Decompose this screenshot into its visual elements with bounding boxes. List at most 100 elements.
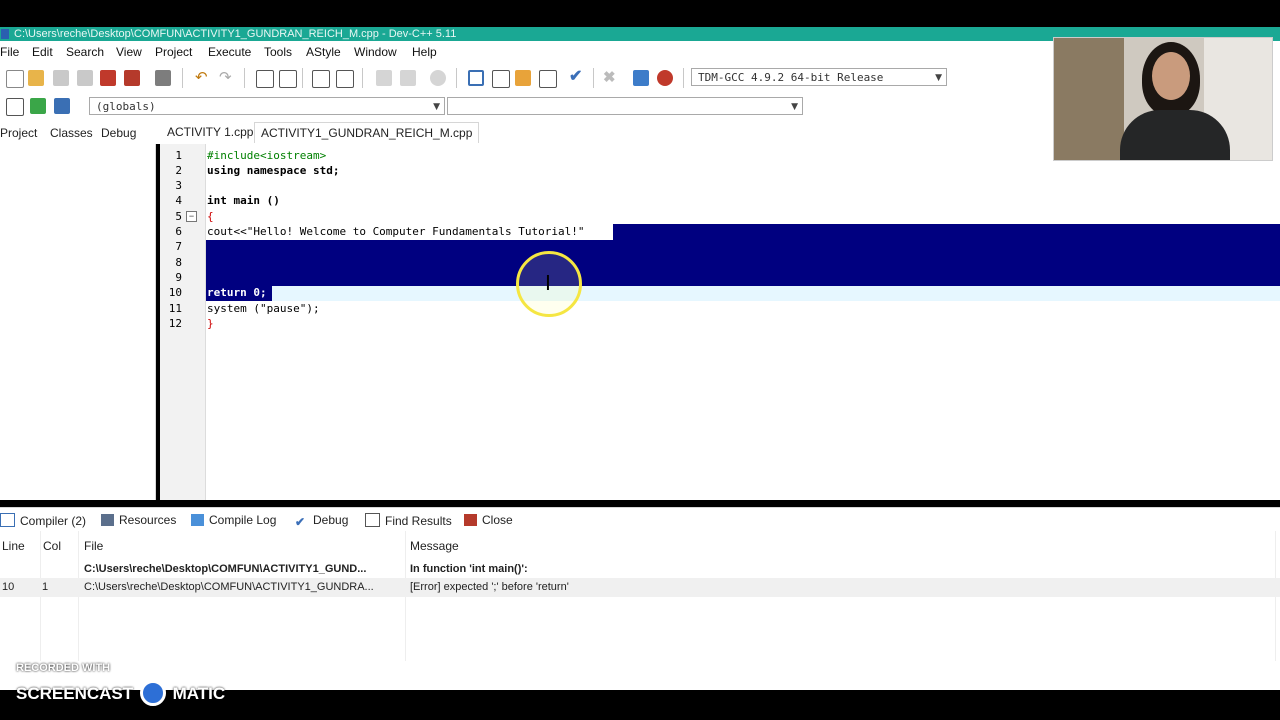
toolbar-separator [362,68,363,88]
find-results-icon [365,513,380,527]
tab-resources[interactable]: Resources [101,513,176,527]
tab-resources-label: Resources [119,513,177,527]
tab-debug[interactable]: Debug [101,126,136,140]
code-line: { [207,210,214,223]
compiler-select[interactable]: TDM-GCC 4.9.2 64-bit Release ▼ [691,68,947,86]
screencast-logo-icon [139,680,166,706]
tab-classes[interactable]: Classes [50,126,93,140]
rebuild-icon[interactable] [539,70,557,88]
menu-edit[interactable]: Edit [32,45,53,59]
undo-icon[interactable]: ↶ [195,70,211,86]
editor-tab-activity1[interactable]: ACTIVITY 1.cpp [161,122,259,142]
tab-compiler[interactable]: Compiler (2) [0,513,86,528]
screencast-logo-text-left: SCREENCAST [16,684,134,703]
close-file-icon[interactable] [100,70,116,86]
goto-line-icon[interactable] [430,70,446,86]
column-header-message[interactable]: Message [410,539,459,553]
code-editor[interactable]: 1 2 3 4 5 6 7 8 9 10 11 12 − #include<io… [160,144,1280,500]
recorded-with-label: RECORDED WITH [16,662,111,674]
find-icon[interactable] [256,70,274,88]
syntax-check-icon[interactable]: ✔ [569,69,585,85]
text-cursor-icon: I [545,271,551,295]
close-icon [464,514,477,526]
compiler-icon [0,513,15,527]
tab-close[interactable]: Close [464,513,513,527]
compile-run-icon[interactable] [515,70,531,86]
delete-profile-icon[interactable] [657,70,673,86]
globals-select-value: (globals) [96,100,156,113]
screencast-logo: SCREENCAST MATIC [16,680,225,706]
toggle-bookmark-icon[interactable] [30,98,46,114]
close-all-icon[interactable] [124,70,140,86]
compiler-messages-panel: Line Col File Message C:\Users\reche\Des… [0,531,1280,690]
message-row[interactable]: 10 1 C:\Users\reche\Desktop\COMFUN\ACTIV… [0,578,1280,597]
toolbar-separator [302,68,303,88]
window-title: C:\Users\reche\Desktop\COMFUN\ACTIVITY1_… [14,28,457,40]
indent-icon[interactable] [312,70,330,88]
line-number: 10 [168,286,182,299]
column-header-line[interactable]: Line [2,539,25,553]
line-number-gutter: 1 2 3 4 5 6 7 8 9 10 11 12 − [160,144,206,500]
presenter-shirt [1120,110,1230,160]
menu-view[interactable]: View [116,45,142,59]
message-file: C:\Users\reche\Desktop\COMFUN\ACTIVITY1_… [84,581,374,593]
selection-highlight [613,224,1280,240]
menu-search[interactable]: Search [66,45,104,59]
back-icon[interactable] [376,70,392,86]
code-line: using namespace std; [207,164,340,177]
save-all-icon[interactable] [77,70,93,86]
profile-icon[interactable] [633,70,649,86]
bottom-tabs: Compiler (2) Resources Compile Log ✔ Debu… [0,507,1280,532]
column-header-col[interactable]: Col [43,539,61,553]
redo-icon[interactable]: ↷ [219,70,235,86]
tab-find-results[interactable]: Find Results [365,513,452,528]
globals-select[interactable]: (globals) ▼ [89,97,445,115]
line-number: 12 [168,317,182,330]
editor-tab-activity1-gundran[interactable]: ACTIVITY1_GUNDRAN_REICH_M.cpp [254,122,480,143]
function-select[interactable]: ▼ [447,97,803,115]
save-icon[interactable] [53,70,69,86]
code-line: cout<<"Hello! Welcome to Computer Fundam… [207,225,585,238]
tab-compile-log[interactable]: Compile Log [191,513,276,527]
stop-execution-icon[interactable]: ✖ [603,70,619,86]
menu-astyle[interactable]: AStyle [306,45,341,59]
print-icon[interactable] [155,70,171,86]
menu-project[interactable]: Project [155,45,192,59]
insert-icon[interactable] [6,98,24,116]
toolbar-separator [244,68,245,88]
open-file-icon[interactable] [28,70,44,86]
screencast-logo-text-right: MATIC [172,684,226,703]
menu-window[interactable]: Window [354,45,397,59]
line-number: 7 [175,240,182,253]
column-header-file[interactable]: File [84,539,103,553]
line-number: 8 [175,256,182,269]
replace-icon[interactable] [279,70,297,88]
menu-file[interactable]: File [0,45,19,59]
menu-execute[interactable]: Execute [208,45,251,59]
tab-close-label: Close [482,513,513,527]
message-text: [Error] expected ';' before 'return' [410,581,569,593]
menu-tools[interactable]: Tools [264,45,292,59]
toolbar-separator [456,68,457,88]
line-number: 9 [175,271,182,284]
message-row[interactable]: C:\Users\reche\Desktop\COMFUN\ACTIVITY1_… [0,560,1280,579]
code-line: int main () [207,194,280,207]
line-number: 2 [175,164,182,177]
line-number: 5 [175,210,182,223]
tab-project[interactable]: Project [0,126,37,140]
run-icon[interactable] [492,70,510,88]
line-number: 3 [175,179,182,192]
unindent-icon[interactable] [336,70,354,88]
message-file: C:\Users\reche\Desktop\COMFUN\ACTIVITY1_… [84,563,367,575]
compiler-select-value: TDM-GCC 4.9.2 64-bit Release [698,71,884,84]
compile-icon[interactable] [468,70,484,86]
fold-collapse-icon[interactable]: − [186,211,197,222]
menu-help[interactable]: Help [412,45,437,59]
tab-debug-bottom[interactable]: ✔ Debug [295,513,348,528]
forward-icon[interactable] [400,70,416,86]
message-col: 1 [42,581,49,593]
code-line: } [207,317,214,330]
selection-highlight [206,240,1280,286]
goto-bookmark-icon[interactable] [54,98,70,114]
new-file-icon[interactable] [6,70,24,88]
